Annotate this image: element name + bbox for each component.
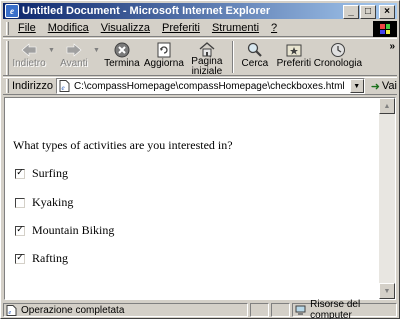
close-button[interactable]: × xyxy=(379,5,395,19)
stop-button[interactable]: Termina xyxy=(102,39,142,75)
menu-grip[interactable] xyxy=(6,21,9,35)
menu-strumenti-label: Strumenti xyxy=(211,22,260,34)
security-zone-panel: Risorse del computer xyxy=(292,299,397,319)
menu-strumenti[interactable]: Strumenti xyxy=(206,22,265,34)
scroll-up-button[interactable]: ▲ xyxy=(379,98,395,114)
status-text: Operazione completata xyxy=(21,304,125,316)
svg-text:e: e xyxy=(62,84,65,92)
back-label: Indietro xyxy=(12,58,46,69)
menu-visualizza[interactable]: Visualizza xyxy=(95,22,156,34)
menu-preferiti-label: Preferiti xyxy=(162,22,200,34)
status-empty-panel xyxy=(271,303,291,317)
windows-logo-icon xyxy=(380,24,390,34)
option-label: Surfing xyxy=(32,166,68,180)
browser-window: e Untitled Document - Microsoft Internet… xyxy=(0,0,400,319)
history-icon xyxy=(329,41,347,59)
back-button[interactable]: Indietro xyxy=(12,39,46,75)
option-label: Kyaking xyxy=(32,195,74,209)
refresh-label: Aggiorna xyxy=(143,58,184,69)
stop-icon xyxy=(113,41,131,59)
checkbox-surfing[interactable]: ✓ xyxy=(15,168,25,179)
toolbar-separator xyxy=(231,41,234,73)
address-bar: Indirizzo e C:\compassHomepage\compassHo… xyxy=(3,77,397,95)
history-label: Cronologia xyxy=(313,58,363,69)
computer-icon xyxy=(295,305,306,316)
menu-help-label: ? xyxy=(271,22,278,34)
favorites-button[interactable]: Preferiti xyxy=(272,39,316,75)
menu-modifica[interactable]: Modifica xyxy=(42,22,95,34)
checkbox-mountain-biking[interactable]: ✓ xyxy=(15,225,25,236)
toolbar-more-chevron[interactable]: » xyxy=(389,41,395,52)
history-button[interactable]: Cronologia xyxy=(313,39,363,75)
checkmark-icon: ✓ xyxy=(16,168,24,178)
home-icon xyxy=(198,41,216,57)
option-label: Mountain Biking xyxy=(32,223,115,237)
address-label: Indirizzo xyxy=(11,80,53,92)
window-controls: _ □ × xyxy=(342,5,395,19)
checkmark-icon: ✓ xyxy=(16,225,24,235)
status-panel: e Operazione completata xyxy=(3,303,248,317)
back-arrow-icon xyxy=(20,41,38,59)
vertical-scrollbar[interactable]: ▲ ▼ xyxy=(379,98,395,299)
menu-modifica-label: Modifica xyxy=(47,22,89,34)
web-page: What types of activities are you interes… xyxy=(5,98,380,299)
home-button[interactable]: Pagina iniziale xyxy=(186,39,228,77)
content-pane: What types of activities are you interes… xyxy=(4,97,396,300)
option-mountain-biking[interactable]: ✓ Mountain Biking xyxy=(15,223,114,238)
option-label: Rafting xyxy=(32,251,68,265)
option-rafting[interactable]: ✓ Rafting xyxy=(15,251,68,266)
option-surfing[interactable]: ✓ Surfing xyxy=(15,166,68,181)
maximize-button[interactable]: □ xyxy=(360,5,376,19)
home-label: Pagina iniziale xyxy=(191,56,223,77)
search-button[interactable]: Cerca xyxy=(238,39,272,75)
security-zone-text: Risorse del computer xyxy=(310,299,361,319)
ie-logo-icon: e xyxy=(5,4,19,18)
menu-bar: File Modifica Visualizza Preferiti Strum… xyxy=(3,20,397,37)
window-title: Untitled Document - Microsoft Internet E… xyxy=(22,5,271,17)
title-bar[interactable]: e Untitled Document - Microsoft Internet… xyxy=(3,3,397,19)
favorites-label: Preferiti xyxy=(276,58,312,69)
menu-help[interactable]: ? xyxy=(265,22,283,34)
forward-arrow-icon xyxy=(65,41,83,59)
scroll-down-button[interactable]: ▼ xyxy=(379,283,395,299)
refresh-icon xyxy=(155,41,173,59)
address-dropdown-button[interactable]: ▼ xyxy=(349,79,364,93)
checkmark-icon: ✓ xyxy=(16,253,24,263)
refresh-button[interactable]: Aggiorna xyxy=(142,39,186,75)
svg-text:e: e xyxy=(9,310,12,316)
windows-logo-throbber xyxy=(373,21,397,37)
minimize-button[interactable]: _ xyxy=(343,5,359,19)
standard-toolbar: Indietro ▼ Avanti ▼ Termina Aggiorna Pag… xyxy=(3,38,397,77)
go-label: Vai xyxy=(381,80,397,92)
forward-label: Avanti xyxy=(60,58,88,69)
address-url: C:\compassHomepage\compassHomepage\check… xyxy=(73,80,345,92)
forward-button[interactable]: Avanti xyxy=(57,39,91,75)
favorites-icon xyxy=(285,41,303,59)
checkbox-kyaking[interactable] xyxy=(15,197,25,208)
stop-label: Termina xyxy=(104,58,140,69)
go-button[interactable]: ➜ Vai xyxy=(371,80,397,93)
forward-dropdown-icon[interactable]: ▼ xyxy=(91,47,102,54)
status-bar: e Operazione completata Risorse del comp… xyxy=(3,299,397,319)
search-icon xyxy=(246,41,264,59)
menu-visualizza-label: Visualizza xyxy=(100,22,151,34)
search-label: Cerca xyxy=(241,58,269,69)
question-text: What types of activities are you interes… xyxy=(13,138,233,152)
address-grip[interactable] xyxy=(6,79,9,93)
option-kyaking[interactable]: Kyaking xyxy=(15,195,73,210)
menu-preferiti[interactable]: Preferiti xyxy=(156,22,206,34)
back-dropdown-icon[interactable]: ▼ xyxy=(46,47,57,54)
page-done-icon: e xyxy=(6,304,17,316)
status-empty-panel xyxy=(249,303,269,317)
address-input[interactable]: e C:\compassHomepage\compassHomepage\che… xyxy=(55,78,365,94)
menu-file-label: File xyxy=(18,22,36,34)
page-icon: e xyxy=(59,80,71,92)
menu-file[interactable]: File xyxy=(12,22,42,34)
toolbar-grip[interactable] xyxy=(6,41,9,75)
go-arrow-icon: ➜ xyxy=(370,80,380,93)
checkbox-rafting[interactable]: ✓ xyxy=(15,253,25,264)
